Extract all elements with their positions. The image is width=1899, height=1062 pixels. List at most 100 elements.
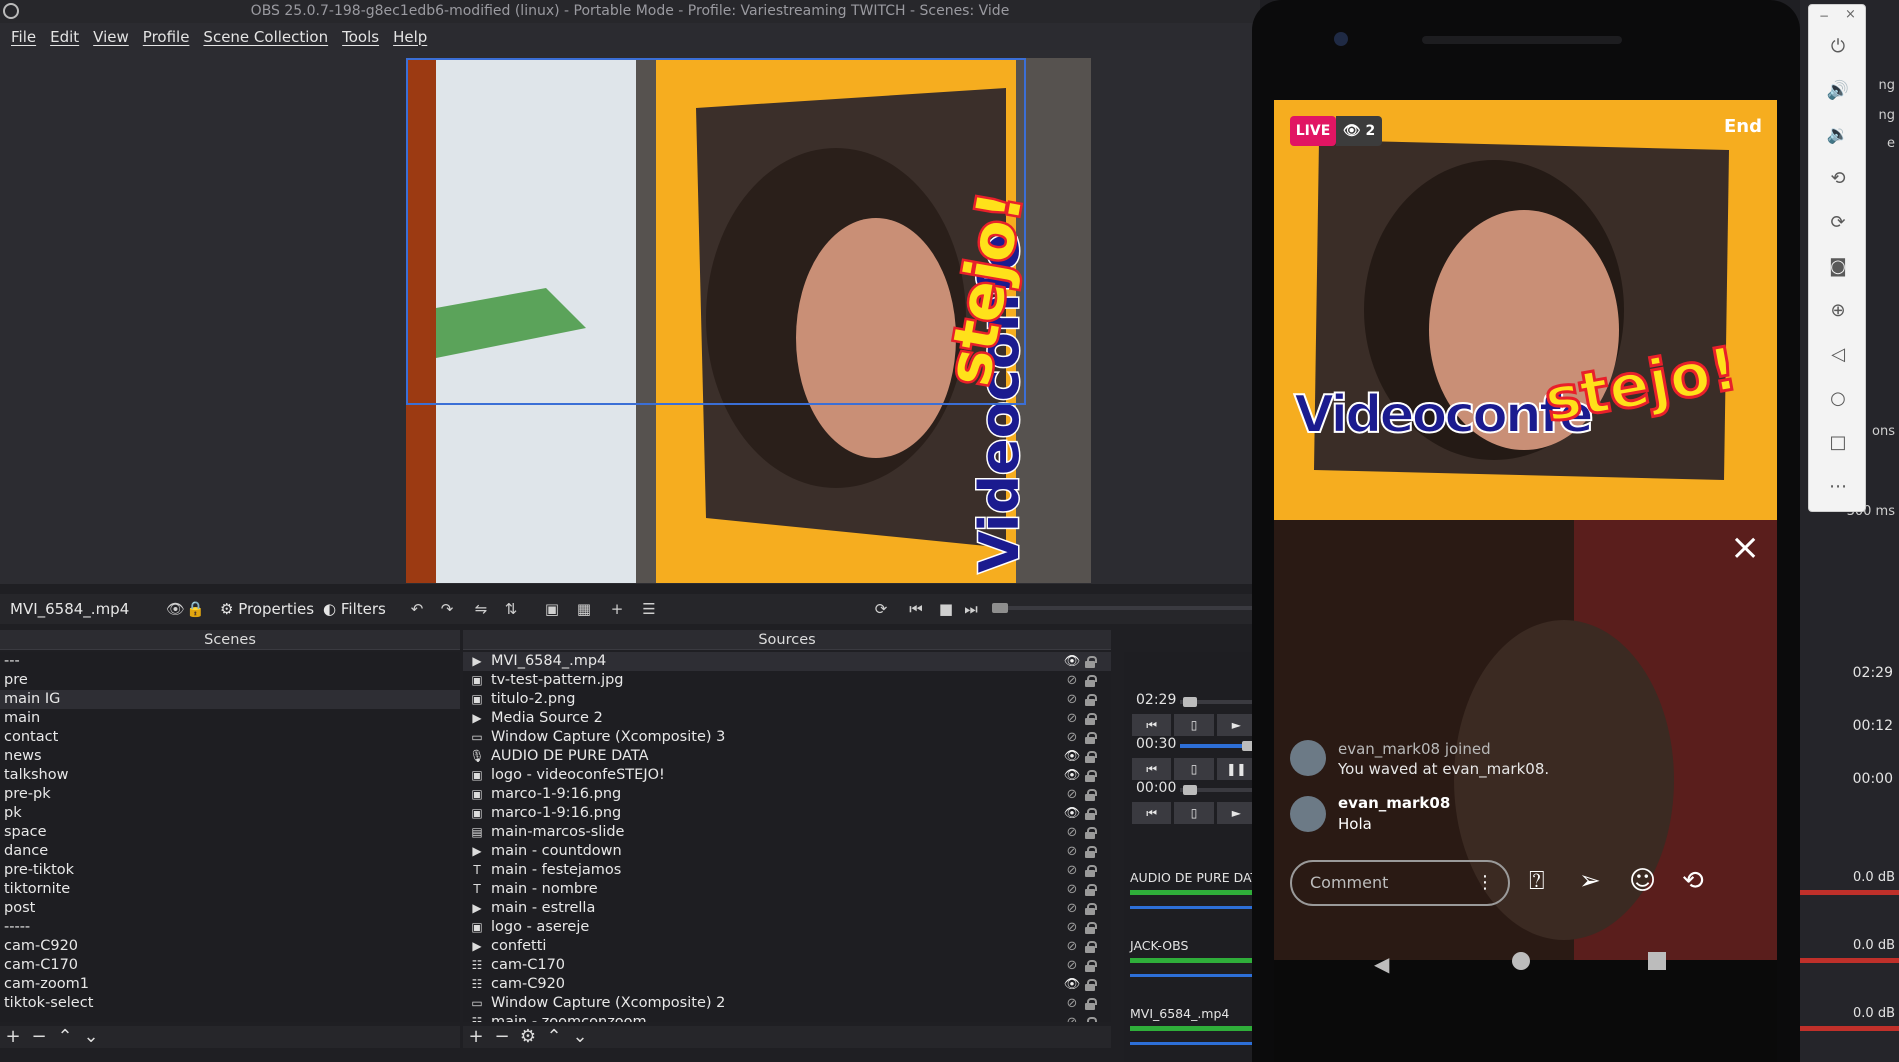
volume-fader[interactable] [1130, 1042, 1256, 1045]
visibility-off-icon[interactable]: ⊘ [1063, 956, 1081, 975]
scene-item[interactable]: main [0, 709, 460, 728]
screenshot-icon[interactable]: ◙ [1826, 255, 1850, 279]
preview-canvas[interactable]: Videoconfe stejo! [406, 58, 1091, 583]
restart-button-icon[interactable]: ⏮ [1132, 758, 1172, 780]
comment-input[interactable]: Comment ⋮ [1290, 860, 1510, 906]
visibility-on-icon[interactable]: 👁 [1063, 747, 1081, 766]
visibility-on-icon[interactable]: 👁 [1063, 975, 1081, 994]
rotate-left-icon[interactable]: ↶ [408, 600, 426, 618]
play-button-icon[interactable]: ► [1216, 714, 1256, 736]
menu-profile[interactable]: Profile [136, 28, 197, 46]
visibility-off-icon[interactable]: ⊘ [1063, 842, 1081, 861]
source-item[interactable]: ▶ MVI_6584_.mp4 👁 [463, 652, 1111, 671]
source-item[interactable]: ▣ tv-test-pattern.jpg ⊘ [463, 671, 1111, 690]
lock-icon[interactable] [1085, 1017, 1097, 1022]
lock-icon[interactable] [1085, 732, 1097, 744]
source-item[interactable]: Tmain - nombre ⊘ [463, 880, 1111, 899]
stop-button-icon[interactable]: ▯ [1174, 802, 1214, 824]
menu-file[interactable]: File [4, 28, 43, 46]
close-icon[interactable]: × [1730, 530, 1760, 566]
rotate-right-icon[interactable]: ⟳ [1826, 211, 1850, 235]
visibility-off-icon[interactable]: ⊘ [1063, 709, 1081, 728]
menu-scene-collection[interactable]: Scene Collection [196, 28, 335, 46]
source-properties-button[interactable]: ⚙ [515, 1026, 541, 1048]
source-item[interactable]: ▶ confetti ⊘ [463, 937, 1111, 956]
move-source-up-button[interactable]: ⌃ [541, 1026, 567, 1048]
play-button-icon[interactable]: ► [1216, 802, 1256, 824]
visibility-off-icon[interactable]: ⊘ [1063, 1013, 1081, 1022]
lock-icon[interactable] [1085, 941, 1097, 953]
lock-icon[interactable] [1085, 789, 1097, 801]
back-icon[interactable]: ◁ [1826, 343, 1850, 367]
filters-button[interactable]: ◐ Filters [323, 600, 386, 618]
scene-item[interactable]: dance [0, 842, 460, 861]
more-icon[interactable]: ⋮ [1476, 862, 1494, 904]
source-item[interactable]: ▣ titulo-2.png ⊘ [463, 690, 1111, 709]
slider-handle[interactable] [1183, 697, 1197, 707]
lock-icon[interactable] [1085, 922, 1097, 934]
minimize-icon[interactable]: − [1819, 9, 1829, 23]
lock-icon[interactable] [1085, 656, 1097, 668]
stop-icon[interactable]: ■ [937, 600, 955, 618]
properties-button[interactable]: ⚙ Properties [220, 600, 314, 618]
menu-help[interactable]: Help [386, 28, 434, 46]
source-item[interactable]: ▶ main - countdown ⊘ [463, 842, 1111, 861]
visibility-off-icon[interactable]: ⊘ [1063, 823, 1081, 842]
visibility-off-icon[interactable]: ⊘ [1063, 785, 1081, 804]
source-item[interactable]: ▣ logo - asereje ⊘ [463, 918, 1111, 937]
scene-item[interactable]: cam-C170 [0, 956, 460, 975]
visibility-on-icon[interactable]: 👁 [1063, 766, 1081, 785]
visibility-off-icon[interactable]: ⊘ [1063, 690, 1081, 709]
scene-item[interactable]: talkshow [0, 766, 460, 785]
next-icon[interactable]: ⏭ [962, 600, 980, 618]
close-window-icon[interactable]: × [1845, 7, 1856, 22]
scene-item[interactable]: tiktok-select [0, 994, 460, 1013]
more-options-icon[interactable]: ⋯ [1826, 475, 1850, 499]
volume-fader[interactable] [1130, 906, 1256, 909]
lock-icon[interactable] [1085, 713, 1097, 725]
effects-icon[interactable]: ☺ [1629, 866, 1656, 896]
source-item[interactable]: ▭ Window Capture (Xcomposite) 3 ⊘ [463, 728, 1111, 747]
scene-item[interactable]: --- [0, 652, 460, 671]
scene-item[interactable]: pre-pk [0, 785, 460, 804]
visibility-off-icon[interactable]: ⊘ [1063, 861, 1081, 880]
lock-icon[interactable] [1085, 960, 1097, 972]
scene-item[interactable]: cam-C920 [0, 937, 460, 956]
source-item[interactable]: ▣ logo - videoconfeSTEJO! 👁 [463, 766, 1111, 785]
stretch-icon[interactable]: ▦ [575, 600, 593, 618]
scene-item[interactable]: pk [0, 804, 460, 823]
lock-icon[interactable] [1085, 827, 1097, 839]
remove-scene-button[interactable]: − [26, 1026, 52, 1048]
source-item[interactable]: ☷ main - zoomconzoom ⊘ [463, 1013, 1111, 1022]
menu-tools[interactable]: Tools [335, 28, 386, 46]
scene-item[interactable]: space [0, 823, 460, 842]
media-progress-slider[interactable] [1180, 785, 1256, 795]
rotate-right-icon[interactable]: ↷ [438, 600, 456, 618]
center-icon[interactable]: + [608, 600, 626, 618]
lock-icon[interactable] [1085, 694, 1097, 706]
scene-item[interactable]: tiktornite [0, 880, 460, 899]
scene-item[interactable]: news [0, 747, 460, 766]
media-progress-slider[interactable] [1180, 741, 1256, 751]
source-item[interactable]: ▤ main-marcos-slide ⊘ [463, 823, 1111, 842]
flip-vertical-icon[interactable]: ⇅ [502, 600, 520, 618]
source-item[interactable]: ▶ main - estrella ⊘ [463, 899, 1111, 918]
menu-view[interactable]: View [86, 28, 136, 46]
visibility-off-icon[interactable]: ⊘ [1063, 937, 1081, 956]
source-item[interactable]: ☷ cam-C170 ⊘ [463, 956, 1111, 975]
restart-button-icon[interactable]: ⏮ [1132, 802, 1172, 824]
move-scene-down-button[interactable]: ⌄ [78, 1026, 104, 1048]
lock-icon[interactable] [1085, 998, 1097, 1010]
lock-icon[interactable] [1085, 884, 1097, 896]
nav-home-icon[interactable] [1512, 952, 1530, 970]
stop-button-icon[interactable]: ▯ [1174, 758, 1214, 780]
switch-camera-icon[interactable]: ⟲ [1682, 866, 1704, 896]
fit-screen-icon[interactable]: ▣ [543, 600, 561, 618]
phone-screen[interactable]: LIVE 👁 2 End Videoconfe stejo! × evan_ma… [1274, 100, 1777, 1062]
zoom-icon[interactable]: ⊕ [1826, 299, 1850, 323]
menu-edit[interactable]: Edit [43, 28, 86, 46]
scene-item[interactable]: post [0, 899, 460, 918]
volume-up-icon[interactable]: 🔊 [1826, 79, 1850, 103]
lock-icon[interactable] [1085, 865, 1097, 877]
send-icon[interactable]: ➢ [1579, 866, 1601, 896]
